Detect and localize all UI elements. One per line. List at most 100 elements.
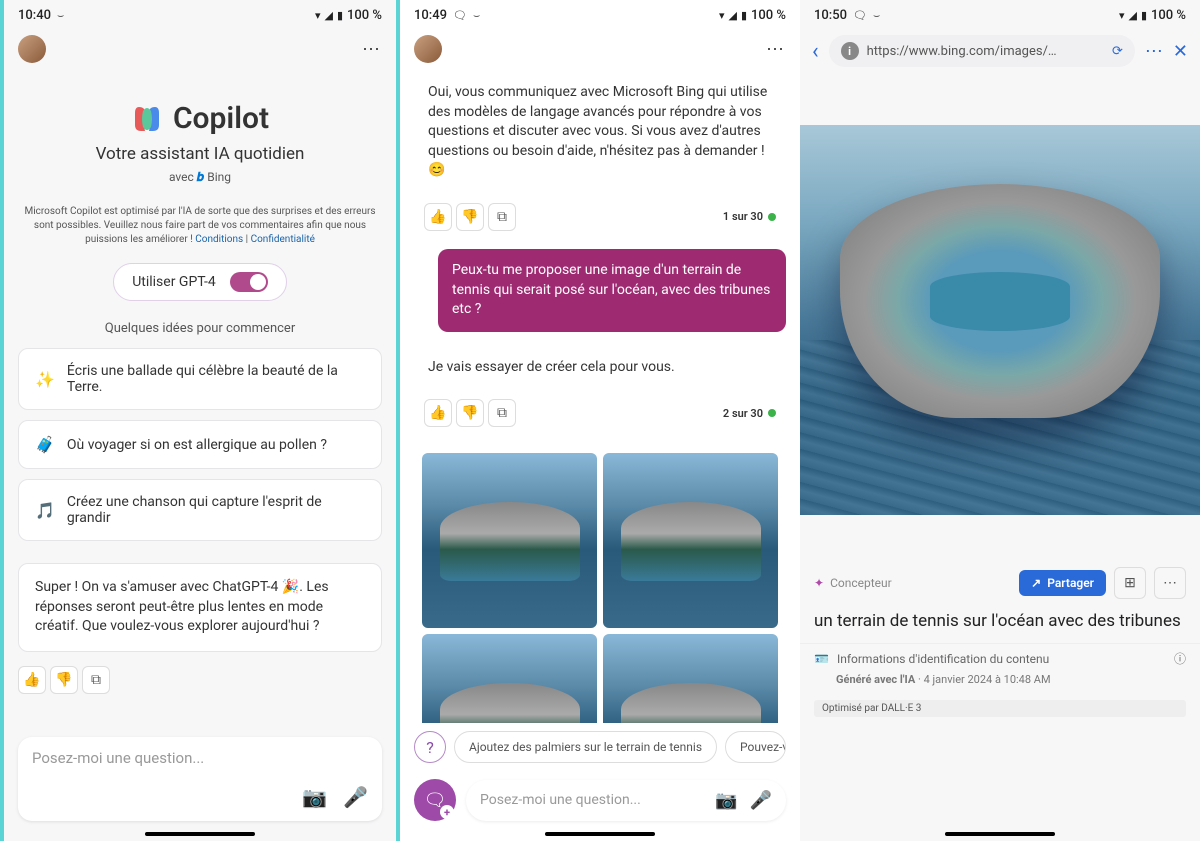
- generated-image[interactable]: [603, 453, 778, 628]
- status-bar: 10:40 ⌣ ▾ ◢ ▮ 100 %: [4, 0, 396, 27]
- more-button[interactable]: ⋯: [1154, 567, 1186, 599]
- battery-icon: ▮: [337, 9, 343, 22]
- clock: 10:40: [18, 8, 51, 23]
- app-header: ⋯: [4, 27, 396, 71]
- app-title: Copilot: [173, 101, 269, 136]
- music-icon: 🎵: [35, 501, 55, 520]
- quick-reply-chip[interactable]: Pouvez-vous ajoute: [725, 731, 786, 763]
- thumbs-up-button[interactable]: 👍: [424, 203, 452, 231]
- gpt4-label: Utiliser GPT-4: [132, 274, 216, 290]
- signal-icon: ◢: [324, 9, 332, 22]
- content-credentials-row[interactable]: 🪪 Informations d'identification du conte…: [800, 643, 1200, 673]
- browser-toolbar: ‹ i https://www.bing.com/images/… ⟳ ⋯ ✕: [800, 27, 1200, 75]
- screen-copilot-chat: 10:49 🗨 ⌣ ▾ ◢ ▮ 100 % ⋯ Oui, vous commun…: [400, 0, 800, 841]
- ai-message: Oui, vous communiquez avec Microsoft Bin…: [414, 71, 786, 193]
- copy-button[interactable]: ⧉: [488, 399, 516, 427]
- nav-bar: [800, 831, 1200, 841]
- screen-copilot-home: 10:40 ⌣ ▾ ◢ ▮ 100 % ⋯ Copilot Votre assi…: [0, 0, 400, 841]
- disclaimer-text: Microsoft Copilot est optimisé par l'IA …: [4, 195, 396, 257]
- chat-scroll[interactable]: Oui, vous communiquez avec Microsoft Bin…: [400, 71, 800, 723]
- wifi-icon: ▾: [719, 9, 725, 22]
- battery-icon: ▮: [1141, 9, 1147, 22]
- thumbs-up-button[interactable]: 👍: [18, 666, 46, 694]
- nav-bar: [4, 831, 396, 841]
- signal-icon: ◢: [728, 9, 736, 22]
- screen-bing-image-viewer: 10:50 🗨 ⌣ ▾ ◢ ▮ 100 % ‹ i https://www.bi…: [800, 0, 1200, 841]
- toggle-switch[interactable]: [230, 272, 268, 292]
- suggestion-text: Créez une chanson qui capture l'esprit d…: [67, 494, 365, 526]
- designer-label: ✦ Concepteur: [814, 576, 892, 590]
- reload-icon[interactable]: ⟳: [1112, 44, 1123, 59]
- suggestion-text: Où voyager si on est allergique au polle…: [67, 437, 327, 453]
- chat-input[interactable]: Posez-moi une question... 📷 🎤: [466, 780, 786, 821]
- ideas-heading: Quelques idées pour commencer: [4, 321, 396, 336]
- thumbs-up-button[interactable]: 👍: [424, 399, 452, 427]
- generated-image[interactable]: [422, 453, 597, 628]
- image-title: un terrain de tennis sur l'océan avec de…: [800, 607, 1200, 643]
- generated-image-large[interactable]: [800, 125, 1200, 515]
- help-icon[interactable]: ?: [414, 731, 446, 763]
- share-button[interactable]: ↗ Partager: [1019, 570, 1106, 596]
- battery-percent: 100 %: [1151, 8, 1186, 23]
- thumbs-down-button[interactable]: 👎: [456, 399, 484, 427]
- image-meta-row: ✦ Concepteur ↗ Partager ⊞ ⋯: [800, 555, 1200, 607]
- wifi-icon: ▾: [1119, 9, 1125, 22]
- user-avatar[interactable]: [18, 35, 46, 63]
- copy-button[interactable]: ⧉: [82, 666, 110, 694]
- credentials-icon: 🪪: [814, 652, 829, 666]
- notification-icon: ⌣: [873, 9, 880, 23]
- user-avatar[interactable]: [414, 35, 442, 63]
- camera-icon[interactable]: 📷: [302, 785, 327, 809]
- battery-icon: ▮: [741, 9, 747, 22]
- suggestion-card[interactable]: ✨ Écris une ballade qui célèbre la beaut…: [18, 348, 382, 410]
- generated-image-grid: [414, 445, 786, 723]
- back-button[interactable]: ‹: [812, 39, 819, 64]
- designer-icon: ✦: [814, 576, 824, 590]
- message-counter: 2 sur 30: [723, 407, 776, 420]
- url-bar[interactable]: i https://www.bing.com/images/… ⟳: [829, 35, 1135, 67]
- suggestion-card[interactable]: 🎵 Créez une chanson qui capture l'esprit…: [18, 479, 382, 541]
- suggestion-list: ✨ Écris une ballade qui célèbre la beaut…: [4, 348, 396, 541]
- battery-percent: 100 %: [347, 8, 382, 23]
- more-menu-icon[interactable]: ⋯: [362, 39, 382, 60]
- generation-meta: Généré avec l'IA · 4 janvier 2024 à 10:4…: [800, 673, 1200, 694]
- message-toolbar: 👍 👎 ⧉ 1 sur 30: [414, 197, 786, 237]
- copy-button[interactable]: ⧉: [488, 203, 516, 231]
- more-menu-icon[interactable]: ⋯: [766, 39, 786, 60]
- chat-input[interactable]: Posez-moi une question... 📷 🎤: [18, 737, 382, 821]
- notification-icon: ⌣: [473, 9, 480, 23]
- signal-icon: ◢: [1128, 9, 1136, 22]
- message-counter: 1 sur 30: [723, 210, 776, 223]
- dalle-badge: Optimisé par DALL·E 3: [814, 700, 1186, 717]
- status-bar: 10:50 🗨 ⌣ ▾ ◢ ▮ 100 %: [800, 0, 1200, 27]
- suggestion-card[interactable]: 🧳 Où voyager si on est allergique au pol…: [18, 420, 382, 469]
- camera-icon[interactable]: 📷: [715, 790, 737, 811]
- generated-image[interactable]: [422, 634, 597, 723]
- grid-button[interactable]: ⊞: [1114, 567, 1146, 599]
- thumbs-down-button[interactable]: 👎: [456, 203, 484, 231]
- browser-menu-icon[interactable]: ⋯: [1145, 41, 1163, 62]
- privacy-link[interactable]: Confidentialité: [251, 234, 315, 245]
- input-placeholder: Posez-moi une question...: [32, 749, 368, 767]
- thumbs-down-button[interactable]: 👎: [50, 666, 78, 694]
- microphone-icon[interactable]: 🎤: [750, 790, 772, 811]
- microphone-icon[interactable]: 🎤: [343, 785, 368, 809]
- battery-percent: 100 %: [751, 8, 786, 23]
- status-dot-icon: [768, 213, 776, 221]
- copilot-logo-icon: [131, 103, 163, 135]
- conditions-link[interactable]: Conditions: [195, 234, 243, 245]
- bing-icon: 𝒃: [197, 170, 204, 184]
- hero: Copilot Votre assistant IA quotidien ave…: [4, 71, 396, 195]
- notification-icon: 🗨: [853, 9, 867, 22]
- status-bar: 10:49 🗨 ⌣ ▾ ◢ ▮ 100 %: [400, 0, 800, 27]
- close-button[interactable]: ✕: [1173, 41, 1188, 62]
- site-info-icon[interactable]: i: [841, 42, 859, 60]
- new-topic-button[interactable]: 🗨: [414, 779, 456, 821]
- info-icon[interactable]: ⓘ: [1174, 650, 1186, 667]
- clock: 10:50: [814, 8, 847, 23]
- generated-image[interactable]: [603, 634, 778, 723]
- gpt4-toggle[interactable]: Utiliser GPT-4: [113, 263, 287, 301]
- notification-icon: ⌣: [57, 9, 64, 23]
- message-actions: 👍 👎 ⧉: [4, 660, 396, 700]
- quick-reply-chip[interactable]: Ajoutez des palmiers sur le terrain de t…: [454, 731, 717, 763]
